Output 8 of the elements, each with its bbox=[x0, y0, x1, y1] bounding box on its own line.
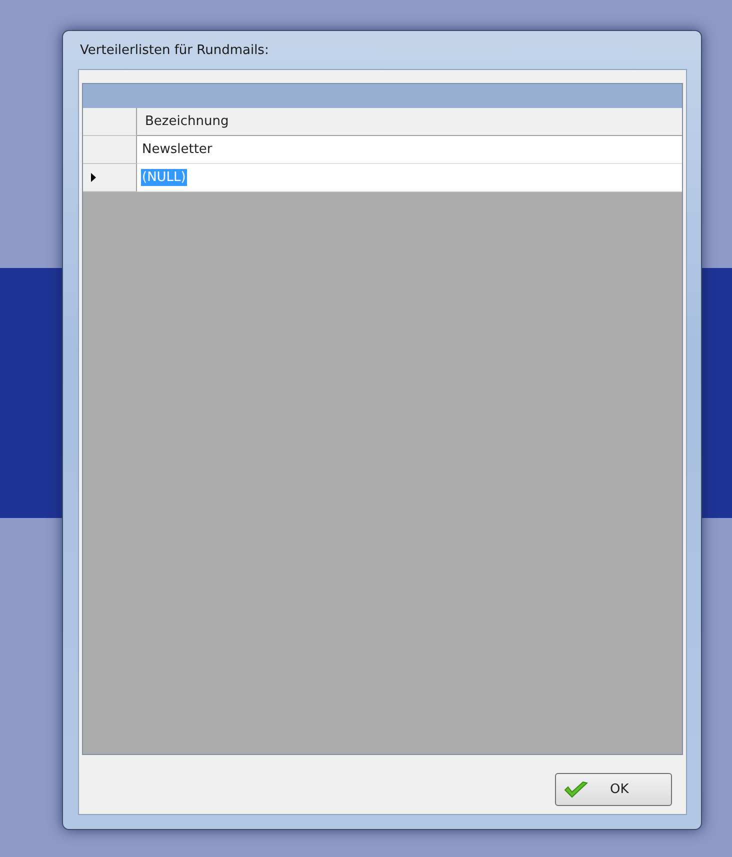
window-title: Verteilerlisten für Rundmails: bbox=[79, 42, 270, 60]
checkmark-icon bbox=[564, 780, 588, 798]
row-header[interactable] bbox=[83, 164, 137, 192]
column-header[interactable]: Bezeichnung bbox=[137, 108, 682, 136]
ok-button[interactable]: OK bbox=[555, 773, 672, 806]
current-row-icon bbox=[91, 173, 96, 182]
table-cell[interactable]: Newsletter bbox=[137, 136, 682, 164]
row-header[interactable] bbox=[83, 136, 137, 164]
